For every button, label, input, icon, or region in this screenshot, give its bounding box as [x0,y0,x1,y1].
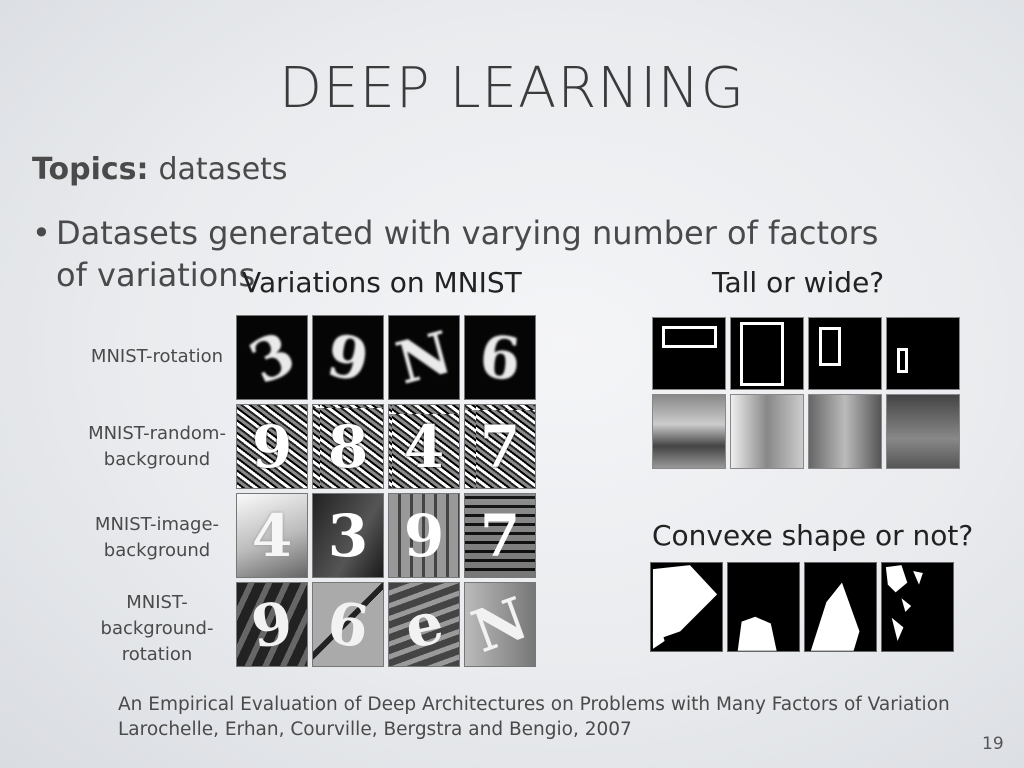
digit-glyph: 6 [323,588,373,661]
tall-or-wide-examples [652,317,960,469]
mnist-random-background-sample-1: 9 [236,404,308,489]
mnist-background-rotation-sample-1: 9 [236,582,308,667]
topics-line: Topics: datasets [32,152,288,187]
rectangle-sample-4 [886,317,960,390]
photo-rectangle-sample-4 [886,394,960,469]
page-number: 19 [982,734,1004,754]
tall-or-wide-heading: Tall or wide? [712,266,885,299]
rectangle-sample-2 [730,317,804,390]
row-label-mnist-image-background: MNIST-image- background [94,514,220,561]
shape-drawing [737,616,777,651]
digit-glyph: 9 [247,588,297,661]
digit-glyph: 7 [479,412,521,481]
photo-rectangle-sample-2 [730,394,804,469]
mnist-image-background-sample-3: 9 [388,493,460,578]
digit-glyph: N [464,583,536,666]
digit-glyph: e [398,587,450,662]
photo-rectangle-sample-3 [808,394,882,469]
mnist-heading: Variations on MNIST [242,266,522,299]
mnist-random-background-sample-2: 8 [312,404,384,489]
bullet-dot: • [32,214,51,252]
convex-sample-3 [804,562,877,652]
digit-glyph: 9 [322,320,374,395]
digit-glyph: 9 [403,501,445,570]
mnist-rotation-sample-4: 6 [464,315,536,400]
citation-authors: Larochelle, Erhan, Courville, Bergstra a… [118,719,632,740]
citation: An Empirical Evaluation of Deep Architec… [118,692,950,742]
convex-sample-4 [881,562,954,652]
mnist-background-rotation-sample-2: 6 [312,582,384,667]
citation-title: An Empirical Evaluation of Deep Architec… [118,694,950,715]
digit-glyph: 3 [239,318,305,397]
digit-glyph: 9 [251,412,293,481]
row-label-mnist-background-rotation: MNIST- background- rotation [100,592,214,665]
digit-glyph: 4 [251,501,293,570]
digit-glyph: 3 [327,501,369,570]
convex-sample-2 [727,562,800,652]
mnist-image-background-sample-1: 4 [236,493,308,578]
slide-title: DEEP LEARNING [279,56,745,121]
digit-glyph: N [389,317,459,398]
mnist-rotation-sample-1: 3 [236,315,308,400]
mnist-rotation-sample-2: 9 [312,315,384,400]
mnist-random-background-sample-4: 7 [464,404,536,489]
shape-drawing [885,565,923,642]
row-label-mnist-random-background: MNIST-random- background [88,423,226,470]
mnist-image-background-sample-4: 7 [464,493,536,578]
mnist-examples-grid: 3 9 N 6 9 8 4 7 4 3 9 7 9 6 e N [236,315,536,667]
mnist-random-background-sample-3: 4 [388,404,460,489]
mnist-background-rotation-sample-4: N [464,582,536,667]
mnist-rotation-sample-3: N [388,315,460,400]
digit-glyph: 8 [327,412,369,481]
mnist-image-background-sample-2: 3 [312,493,384,578]
rectangle-sample-3 [808,317,882,390]
mnist-background-rotation-sample-3: e [388,582,460,667]
digit-glyph: 4 [403,412,445,481]
row-label-mnist-rotation: MNIST-rotation [90,346,224,367]
topics-label: Topics: [32,152,149,187]
topics-value: datasets [158,152,288,187]
convex-shape-examples [650,562,954,652]
convex-heading: Convexe shape or not? [652,519,974,552]
rectangle-sample-1 [652,317,726,390]
digit-glyph: 6 [476,321,524,394]
shape-drawing [652,565,718,649]
photo-rectangle-sample-1 [652,394,726,469]
shape-drawing [810,582,860,651]
digit-glyph: 7 [479,501,521,570]
convex-sample-1 [650,562,723,652]
